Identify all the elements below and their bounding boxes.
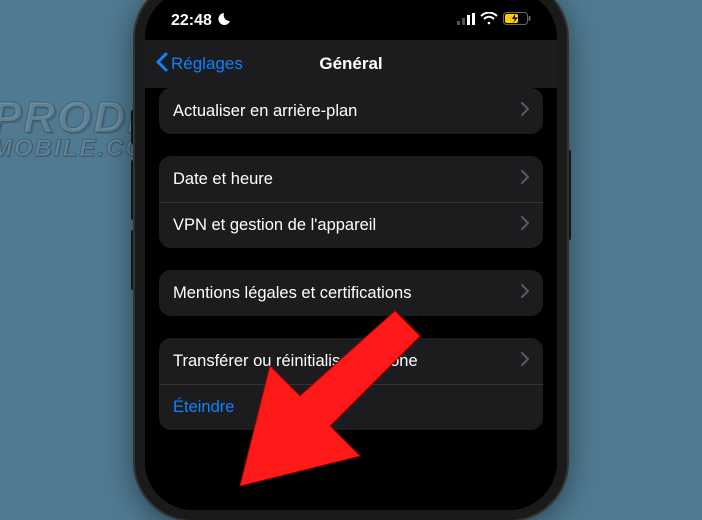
- cellular-icon: [457, 12, 475, 30]
- row-label: Transférer ou réinitialiser l'iPhone: [173, 352, 418, 371]
- settings-group-2: Date et heure VPN et gestion de l'appare…: [159, 156, 543, 248]
- phone-frame: 22:48: [135, 0, 567, 520]
- row-transfer-reset[interactable]: Transférer ou réinitialiser l'iPhone: [159, 338, 543, 384]
- row-label: Éteindre: [173, 398, 234, 417]
- phone-notch: [256, 0, 446, 22]
- do-not-disturb-icon: [216, 11, 232, 32]
- row-shutdown[interactable]: Éteindre: [159, 384, 543, 430]
- chevron-right-icon: [521, 284, 529, 303]
- chevron-right-icon: [521, 216, 529, 235]
- wifi-icon: [480, 12, 498, 30]
- settings-group-3: Mentions légales et certifications: [159, 270, 543, 316]
- chevron-right-icon: [521, 170, 529, 189]
- row-label: Actualiser en arrière-plan: [173, 102, 357, 121]
- screen: 22:48: [145, 0, 557, 510]
- row-label: VPN et gestion de l'appareil: [173, 216, 376, 235]
- back-button[interactable]: Réglages: [155, 52, 243, 77]
- status-time: 22:48: [171, 12, 212, 30]
- row-legal[interactable]: Mentions légales et certifications: [159, 270, 543, 316]
- battery-icon: [503, 12, 531, 30]
- phone-side-button-right: [567, 150, 571, 240]
- settings-group-4: Transférer ou réinitialiser l'iPhone Éte…: [159, 338, 543, 430]
- chevron-right-icon: [521, 352, 529, 371]
- row-vpn[interactable]: VPN et gestion de l'appareil: [159, 202, 543, 248]
- row-background-refresh[interactable]: Actualiser en arrière-plan: [159, 88, 543, 134]
- status-left: 22:48: [171, 11, 232, 32]
- row-label: Mentions légales et certifications: [173, 284, 411, 303]
- chevron-left-icon: [155, 52, 169, 77]
- nav-header: Réglages Général: [145, 40, 557, 88]
- settings-content: Actualiser en arrière-plan Date et heure…: [145, 88, 557, 510]
- settings-group-1: Actualiser en arrière-plan: [159, 88, 543, 134]
- status-right: [457, 12, 531, 30]
- chevron-right-icon: [521, 102, 529, 121]
- row-label: Date et heure: [173, 170, 273, 189]
- back-label: Réglages: [171, 54, 243, 74]
- row-date-time[interactable]: Date et heure: [159, 156, 543, 202]
